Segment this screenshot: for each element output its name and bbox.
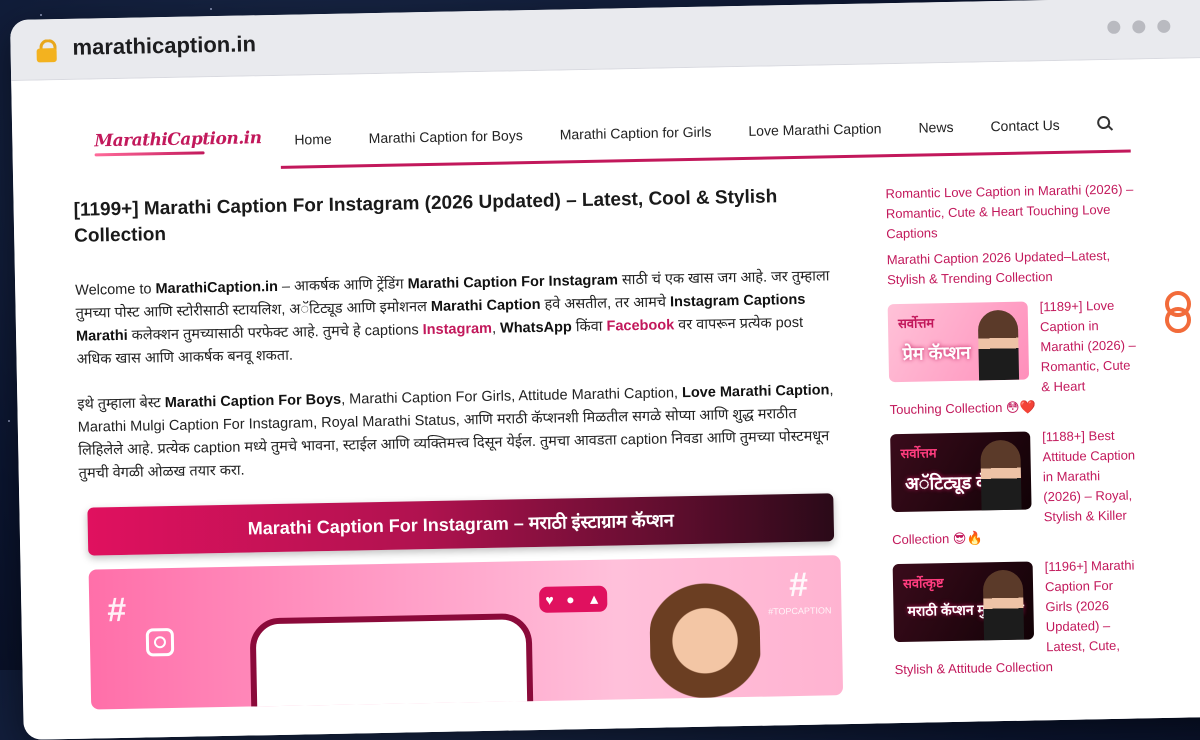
thumb-label: सर्वोत्कृष्ट (902, 575, 944, 591)
hero-graphic (249, 613, 534, 710)
sidebar-post[interactable]: सर्वोत्कृष्ट मराठी कॅप्शन मुलींसाठी [119… (892, 555, 1145, 680)
link-chain-icon (1162, 290, 1191, 333)
nav-contact[interactable]: Contact Us (990, 117, 1060, 134)
post-thumbnail[interactable]: सर्वोत्तम अॅटिट्यूड कॅप्शन (890, 431, 1032, 513)
section-heading-banner: Marathi Caption For Instagram – मराठी इं… (87, 493, 835, 556)
hashtag-icon: # (788, 565, 809, 605)
web-page: MarathiCaption.in Home Marathi Caption f… (11, 57, 1200, 740)
site-logo[interactable]: MarathiCaption.in (94, 128, 262, 157)
nav-news[interactable]: News (918, 119, 953, 136)
nav-love-caption[interactable]: Love Marathi Caption (748, 120, 881, 139)
couple-illustration (977, 309, 1020, 381)
guestpostlinks-watermark: GUESTPOSTLINKS (1155, 58, 1195, 358)
site-header: MarathiCaption.in Home Marathi Caption f… (11, 59, 1163, 181)
url-text[interactable]: marathicaption.in (72, 31, 256, 61)
instagram-link[interactable]: Instagram (423, 321, 493, 338)
sidebar-link[interactable]: Marathi Caption 2026 Updated–Latest, Sty… (887, 245, 1138, 290)
thumb-label: सर्वोत्तम (897, 315, 935, 332)
hero-tag: #TOPCAPTION (768, 605, 832, 617)
instagram-icon (145, 627, 175, 657)
logo-text: MarathiCaption.in (94, 128, 262, 152)
nav-home[interactable]: Home (294, 131, 332, 148)
nav-caption-boys[interactable]: Marathi Caption for Boys (369, 127, 523, 146)
man-illustration (980, 439, 1022, 511)
article-paragraph-2: इथे तुम्हाला बेस्ट Marathi Caption For B… (77, 382, 834, 482)
sidebar: Romantic Love Caption in Marathi (2026) … (885, 179, 1144, 680)
girl-illustration (982, 569, 1025, 641)
main-nav: Home Marathi Caption for Boys Marathi Ca… (294, 115, 1113, 148)
thumb-title: प्रेम कॅप्शन (902, 342, 971, 364)
sidebar-post[interactable]: सर्वोत्तम अॅटिट्यूड कॅप्शन [1188+] Best … (890, 425, 1142, 550)
search-icon[interactable] (1096, 115, 1113, 132)
nav-divider (280, 149, 1131, 169)
hero-image: # ♥ ● ▲ # #TOPCAPTION (88, 555, 844, 710)
logo-swoosh (94, 151, 205, 157)
watermark-text: GUESTPOSTLINKS (1163, 58, 1187, 283)
window-dot-icon[interactable] (1107, 20, 1121, 34)
lock-icon (36, 39, 57, 63)
window-dot-icon[interactable] (1132, 20, 1146, 34)
article-title: [1199+] Marathi Caption For Instagram (2… (73, 186, 778, 247)
browser-window: marathicaption.in MarathiCaption.in Home… (10, 0, 1200, 740)
model-illustration (648, 576, 762, 710)
article-intro: Welcome to MarathiCaption.in – आकर्षक आण… (75, 268, 830, 368)
facebook-link[interactable]: Facebook (606, 317, 674, 334)
post-thumbnail[interactable]: सर्वोत्कृष्ट मराठी कॅप्शन मुलींसाठी (892, 561, 1035, 643)
notification-bubble-icon: ♥ ● ▲ (538, 585, 608, 613)
post-thumbnail[interactable]: सर्वोत्तम प्रेम कॅप्शन (887, 301, 1030, 383)
hashtag-icon: # (106, 590, 127, 630)
nav-caption-girls[interactable]: Marathi Caption for Girls (560, 124, 712, 143)
window-dot-icon[interactable] (1157, 19, 1171, 33)
thumb-label: सर्वोत्तम (900, 445, 937, 461)
window-controls (1107, 19, 1171, 34)
sidebar-link[interactable]: Romantic Love Caption in Marathi (2026) … (885, 179, 1136, 244)
article-main: [1199+] Marathi Caption For Instagram (2… (73, 183, 844, 710)
sidebar-post[interactable]: सर्वोत्तम प्रेम कॅप्शन [1189+] Love Capt… (887, 295, 1140, 420)
